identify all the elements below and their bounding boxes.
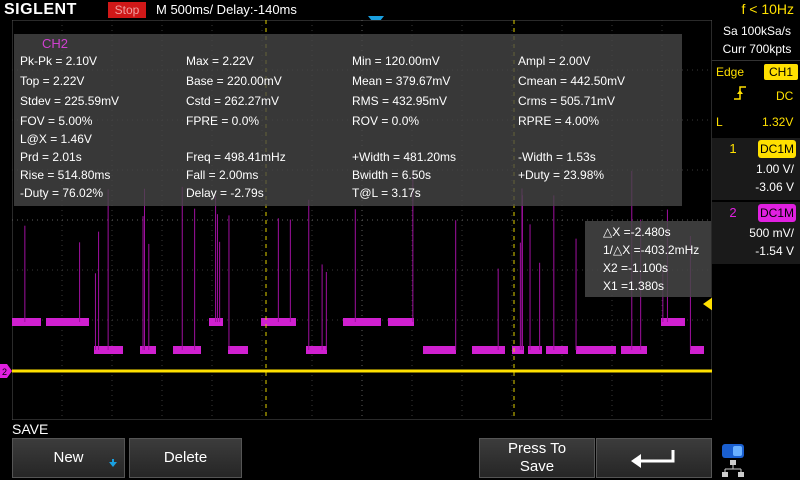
- channel-2-scale: 500 mV/: [749, 226, 794, 240]
- measurement-item: +Duty = 23.98%: [518, 168, 605, 182]
- measurement-item: Delay = -2.79s: [186, 186, 264, 200]
- sample-rate: Sa 100kSa/s: [722, 24, 792, 38]
- press-to-save-label: Press To Save: [507, 440, 567, 475]
- measurement-item: -Duty = 76.02%: [20, 186, 104, 200]
- measurement-item: RPRE = 4.00%: [518, 114, 600, 128]
- frequency-counter: f < 10Hz: [741, 1, 794, 17]
- cursor-x1-value: X1 =1.380s: [603, 279, 665, 293]
- channel-1-scale: 1.00 V/: [755, 162, 794, 176]
- menu-title: SAVE: [12, 421, 49, 437]
- measurement-item: Cstd = 262.27mV: [186, 94, 280, 108]
- return-button[interactable]: [596, 438, 712, 478]
- top-status-bar: SIGLENT Stop M 500ms/ Delay:-140ms f < 1…: [0, 0, 800, 26]
- measurement-panel: CH2 Pk-Pk = 2.10V Max = 2.22V Min = 120.00…: [14, 34, 682, 206]
- measurement-item: Base = 220.00mV: [186, 74, 282, 88]
- channel-2-number: 2: [729, 205, 737, 220]
- measurement-item: Bwidth = 6.50s: [352, 168, 432, 182]
- new-button[interactable]: New: [12, 438, 125, 478]
- measurement-item: RMS = 432.95mV: [352, 94, 448, 108]
- svg-text:2: 2: [2, 367, 7, 377]
- trigger-level-label: L: [716, 115, 723, 129]
- trigger-info[interactable]: Edge CH1 DC L 1.32V: [712, 60, 800, 135]
- ch2-ground-marker-icon: 2: [0, 364, 12, 378]
- measurement-item: Pk-Pk = 2.10V: [20, 54, 98, 68]
- channel-2-coupling: DC1M: [758, 204, 796, 222]
- trigger-coupling: DC: [776, 89, 794, 103]
- measurement-item: ROV = 0.0%: [352, 114, 420, 128]
- cursor-readout: △X =-2.480s 1/△X =-403.2mHz X2 =-1.100s …: [585, 221, 711, 297]
- measurement-item: FOV = 5.00%: [20, 114, 93, 128]
- measurement-item: Stdev = 225.59mV: [20, 94, 120, 108]
- channel-2-offset: -1.54 V: [755, 244, 794, 258]
- cursor-delta-x: △X =-2.480s: [603, 225, 671, 239]
- trigger-type: Edge: [716, 65, 745, 79]
- measurement-item: Prd = 2.01s: [20, 150, 82, 164]
- measurement-item: FPRE = 0.0%: [186, 114, 260, 128]
- channel-1-number: 1: [729, 141, 737, 156]
- channel-1-offset: -3.06 V: [755, 180, 794, 194]
- measurement-item: Fall = 2.00ms: [186, 168, 259, 182]
- brand-logo: SIGLENT: [4, 1, 77, 18]
- delete-button-label: Delete: [163, 449, 208, 466]
- measurement-item: Freq = 498.41mHz: [186, 150, 286, 164]
- new-button-label: New: [53, 449, 84, 466]
- delete-button[interactable]: Delete: [129, 438, 242, 478]
- return-arrow-icon: [631, 450, 675, 468]
- measurement-item: Cmean = 442.50mV: [518, 74, 626, 88]
- measurement-item: Crms = 505.71mV: [518, 94, 616, 108]
- timebase-readout: M 500ms/ Delay:-140ms: [156, 2, 297, 17]
- measurement-item: +Width = 481.20ms: [352, 150, 457, 164]
- press-to-save-button[interactable]: Press To Save: [479, 438, 595, 478]
- measurement-item: Max = 2.22V: [186, 54, 254, 68]
- measurement-item: T@L = 3.17s: [352, 186, 421, 200]
- chevron-down-icon: [109, 459, 117, 467]
- measurement-item: Rise = 514.80ms: [20, 168, 111, 182]
- cursor-x2-value: X2 =-1.100s: [603, 261, 669, 275]
- trigger-source-badge: CH1: [764, 64, 798, 80]
- measurement-item: Top = 2.22V: [20, 74, 85, 88]
- channel-2-info[interactable]: 2 DC1M 500 mV/ -1.54 V: [712, 202, 800, 264]
- status-icons: [712, 440, 800, 480]
- measurement-item: Ampl = 2.00V: [518, 54, 591, 68]
- measurement-channel-title: CH2: [42, 36, 69, 51]
- trigger-level-value: 1.32V: [762, 115, 794, 129]
- measurement-item: -Width = 1.53s: [518, 150, 596, 164]
- channel-1-coupling: DC1M: [758, 140, 796, 158]
- measurement-item: Min = 120.00mV: [352, 54, 440, 68]
- run-state-badge[interactable]: Stop: [108, 2, 146, 18]
- memory-depth: Curr 700kpts: [722, 42, 792, 56]
- acquisition-info: Sa 100kSa/s Curr 700kpts: [716, 22, 798, 58]
- cursor-inverse-delta-x: 1/△X =-403.2mHz: [603, 243, 700, 257]
- toggle-icon: [722, 444, 744, 458]
- channel-1-info[interactable]: 1 DC1M 1.00 V/ -3.06 V: [712, 138, 800, 200]
- measurement-item: Mean = 379.67mV: [352, 74, 451, 88]
- measurement-item: L@X = 1.46V: [20, 132, 92, 146]
- rising-edge-icon: [734, 86, 746, 100]
- network-icon: [722, 460, 744, 477]
